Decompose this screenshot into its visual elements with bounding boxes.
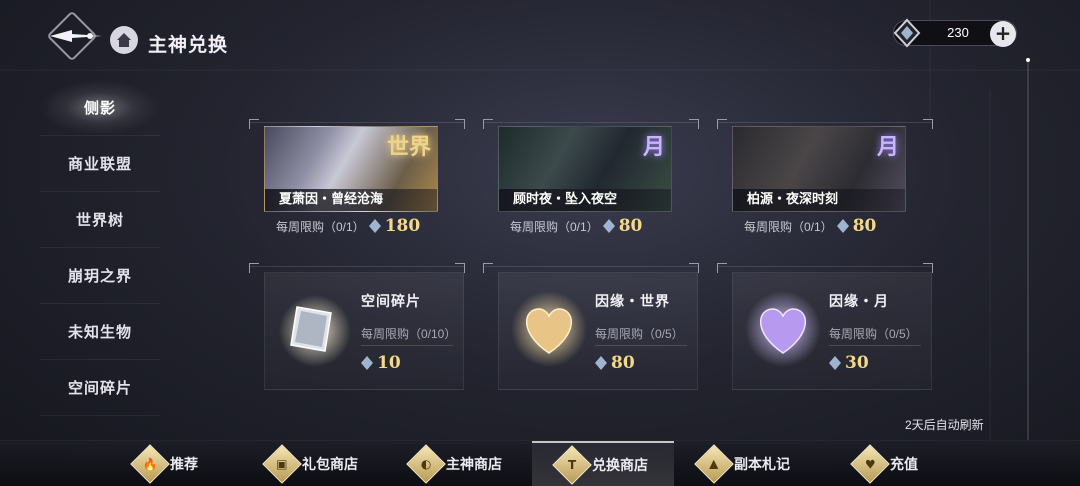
nav-label: 副本札记	[734, 457, 790, 473]
sidebar-item-realm[interactable]: 崩玥之界	[40, 248, 160, 304]
item-name: 空间碎片	[361, 294, 421, 310]
sidebar-item-label: 商业联盟	[67, 155, 132, 173]
sidebar-item-unknown-creature[interactable]: 未知生物	[40, 304, 160, 360]
sidebar-item-business-alliance[interactable]: 商业联盟	[40, 136, 160, 192]
crystal-icon	[595, 356, 607, 370]
nav-label: 推荐	[170, 457, 198, 473]
sidebar-item-label: 未知生物	[67, 323, 132, 341]
sidebar-item-world-tree[interactable]: 世界树	[40, 192, 160, 248]
item-limit: 每周限购（0/5）	[829, 327, 918, 341]
sidebar-item-label: 侧影	[83, 99, 116, 117]
space-fragment-icon	[279, 295, 351, 367]
item-divider	[361, 345, 453, 346]
card-frame	[249, 263, 465, 273]
card-art-xiaoxiaoyin[interactable]: 世界 夏萧因・曾经沧海	[264, 126, 438, 212]
gold-heart-icon	[511, 291, 587, 367]
refresh-countdown: 2天后自动刷新	[905, 418, 984, 432]
card-limit-row: 每周限购（0/1） 80	[510, 216, 642, 236]
card-frame	[717, 263, 933, 273]
card-limit-row: 每周限购（0/1） 80	[744, 216, 876, 236]
card-price: 80	[852, 216, 877, 236]
card-frame	[483, 119, 699, 129]
crystal-icon	[602, 219, 615, 233]
card-frame	[483, 263, 699, 273]
nav-label: 礼包商店	[302, 457, 358, 473]
crystal-icon	[361, 356, 373, 370]
back-button[interactable]	[46, 10, 104, 62]
sidebar-item-space-fragment[interactable]: 空间碎片	[40, 360, 160, 416]
card-tag: 月	[642, 134, 665, 160]
nav-exchange-shop[interactable]: T 兑换商店	[532, 441, 674, 486]
bottom-nav: 🔥 推荐 ▣ 礼包商店 ◐ 主神商店 T 兑换商店 ▲ 副本札记 ♥ 充值	[0, 440, 1080, 486]
currency-display: 230 +	[893, 18, 1017, 48]
heart-icon: ♥	[850, 444, 890, 484]
sidebar-item-label: 世界树	[75, 211, 124, 229]
card-price: 180	[384, 216, 421, 236]
currency-amount: 230	[947, 25, 969, 40]
sidebar-item-label: 空间碎片	[67, 379, 132, 397]
purple-heart-icon	[745, 291, 821, 367]
card-name: 夏萧因・曾经沧海	[265, 189, 437, 211]
orb-icon: ◐	[406, 444, 446, 484]
crystal-icon	[829, 356, 841, 370]
crystal-icon	[368, 219, 381, 233]
card-frame	[249, 119, 465, 129]
home-icon	[117, 33, 131, 47]
item-card-fate-moon[interactable]: 因缘・月 每周限购（0/5） 30	[732, 272, 932, 390]
crystal-icon	[836, 219, 849, 233]
nav-dungeon-notes[interactable]: ▲ 副本札记	[694, 441, 790, 486]
nav-label: 充值	[890, 457, 918, 473]
sidebar-item-label: 崩玥之界	[67, 267, 132, 285]
card-limit-row: 每周限购（0/1） 180	[276, 216, 420, 236]
nav-label: 主神商店	[446, 457, 502, 473]
card-art-gushiye[interactable]: 月 顾时夜・坠入夜空	[498, 126, 672, 212]
item-name: 因缘・世界	[595, 294, 670, 310]
card-art-baiyuan[interactable]: 月 柏源・夜深时刻	[732, 126, 906, 212]
card-tag: 月	[876, 134, 899, 160]
item-price: 80	[611, 353, 635, 373]
item-price: 30	[845, 353, 869, 373]
exchange-icon: T	[552, 445, 592, 485]
item-name: 因缘・月	[829, 294, 889, 310]
triangle-icon: ▲	[694, 444, 734, 484]
item-price: 10	[377, 353, 401, 373]
nav-recommend[interactable]: 🔥 推荐	[130, 441, 198, 486]
card-limit: 每周限购（0/1）	[510, 219, 599, 234]
crystal-icon	[893, 18, 921, 48]
item-price-row: 30	[829, 353, 869, 373]
home-button[interactable]	[110, 26, 138, 54]
nav-main-god-shop[interactable]: ◐ 主神商店	[406, 441, 502, 486]
nav-gift-shop[interactable]: ▣ 礼包商店	[262, 441, 358, 486]
card-name: 顾时夜・坠入夜空	[499, 189, 671, 211]
item-limit: 每周限购（0/10）	[361, 327, 457, 341]
card-limit: 每周限购（0/1）	[744, 219, 833, 234]
back-frame	[46, 10, 98, 62]
card-price: 80	[618, 216, 643, 236]
flame-icon: 🔥	[130, 444, 170, 484]
card-tag: 世界	[386, 134, 431, 160]
item-divider	[829, 345, 921, 346]
nav-recharge[interactable]: ♥ 充值	[850, 441, 918, 486]
item-price-row: 80	[595, 353, 635, 373]
nav-label: 兑换商店	[592, 458, 648, 474]
item-price-row: 10	[361, 353, 401, 373]
background-decoration	[0, 0, 1080, 440]
item-card-space-fragment[interactable]: 空间碎片 每周限购（0/10） 10	[264, 272, 464, 390]
item-divider	[595, 345, 687, 346]
card-name: 柏源・夜深时刻	[733, 189, 905, 211]
item-card-fate-world[interactable]: 因缘・世界 每周限购（0/5） 80	[498, 272, 698, 390]
card-limit: 每周限购（0/1）	[276, 219, 365, 234]
sidebar-item-silhouette[interactable]: 侧影	[40, 80, 160, 136]
add-currency-button[interactable]: +	[990, 21, 1016, 47]
card-frame	[717, 119, 933, 129]
gift-icon: ▣	[262, 444, 302, 484]
page-title: 主神兑换	[148, 34, 229, 56]
item-limit: 每周限购（0/5）	[595, 327, 684, 341]
